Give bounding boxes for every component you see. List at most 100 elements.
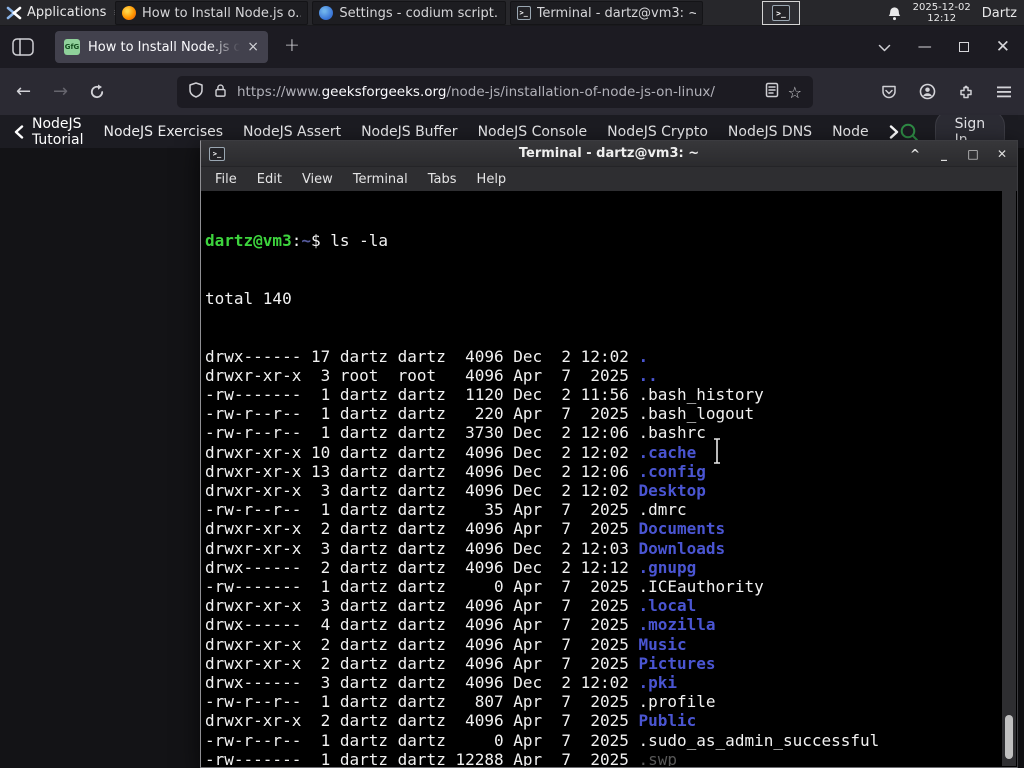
terminal-menu-item[interactable]: File <box>205 172 247 187</box>
terminal-icon: >_ <box>516 6 531 20</box>
listing-filename: .bash_logout <box>638 404 755 424</box>
desktop: Applications ≡ How to Install Node.js o.… <box>0 0 1024 768</box>
listing-filename: .swp <box>638 749 678 766</box>
terminal-menu-item[interactable]: Help <box>467 172 517 187</box>
listing-filename: .mozilla <box>638 615 716 635</box>
site-nav-item-tutorial[interactable]: NodeJS Tutorial <box>32 116 83 148</box>
terminal-output-line: drwx------ 3 dartz dartz 4096 Dec 2 12:0… <box>205 673 1002 692</box>
listing-filename: .profile <box>638 692 716 712</box>
site-nav-item[interactable]: NodeJS DNS <box>728 124 812 140</box>
terminal-output[interactable]: dartz@vm3:~$ ls -la total 140 drwx------… <box>202 191 1002 766</box>
site-nav-item[interactable]: NodeJS Crypto <box>607 124 708 140</box>
listing-details: -rw------- 1 dartz dartz 12288 Apr 7 202… <box>205 749 639 766</box>
listing-filename: .ICEauthority <box>638 577 764 597</box>
lock-icon[interactable] <box>213 83 228 102</box>
terminal-output-line: drwxr-xr-x 10 dartz dartz 4096 Dec 2 12:… <box>205 443 1002 462</box>
scrollbar-thumb[interactable] <box>1005 715 1013 759</box>
clock-date: 2025-12-02 <box>912 2 971 13</box>
terminal-output-line: drwx------ 4 dartz dartz 4096 Apr 7 2025… <box>205 615 1002 634</box>
site-nav-item[interactable]: NodeJS Exercises <box>103 124 223 140</box>
listing-filename: .gnupg <box>638 557 697 577</box>
firefox-icon <box>122 6 136 20</box>
site-nav-item[interactable]: NodeJS Assert <box>243 124 341 140</box>
terminal-output-line: -rw-r--r-- 1 dartz dartz 220 Apr 7 2025 … <box>205 404 1002 423</box>
firefox-view-icon[interactable] <box>12 38 34 60</box>
terminal-prompt-line: dartz@vm3:~$ ls -la <box>205 231 389 251</box>
nav-scroll-right-icon[interactable] <box>889 124 899 139</box>
taskbar-button[interactable]: How to Install Node.js o... <box>115 1 309 25</box>
listing-filename: Pictures <box>638 653 716 673</box>
taskbar-button-label: Settings - codium script... <box>339 5 499 21</box>
terminal-menu-item[interactable]: Terminal <box>343 172 418 187</box>
listing-details: drwx------ 4 dartz dartz 4096 Apr 7 2025 <box>205 615 639 635</box>
tab-title: How to Install Node.js on <box>88 39 244 55</box>
notification-bell-icon[interactable] <box>887 6 902 21</box>
shield-icon[interactable] <box>188 82 204 102</box>
terminal-output-line: drwx------ 2 dartz dartz 4096 Dec 2 12:1… <box>205 558 1002 577</box>
terminal-scrollbar[interactable] <box>1002 191 1016 766</box>
bookmark-star-icon[interactable]: ☆ <box>788 83 802 102</box>
terminal-output-line: drwxr-xr-x 2 dartz dartz 4096 Apr 7 2025… <box>205 654 1002 673</box>
site-nav-item[interactable]: NodeJS Buffer <box>361 124 458 140</box>
listing-filename: .dmrc <box>638 500 687 520</box>
minimize-button[interactable]: _ <box>937 147 951 161</box>
url-text[interactable]: https://www.geeksforgeeks.org/node-js/in… <box>237 84 756 100</box>
terminal-output-line: drwxr-xr-x 2 dartz dartz 4096 Apr 7 2025… <box>205 519 1002 538</box>
listing-details: drwxr-xr-x 3 dartz dartz 4096 Dec 2 12:0… <box>205 538 639 558</box>
url-bar[interactable]: https://www.geeksforgeeks.org/node-js/in… <box>177 76 813 108</box>
top-panel: Applications ≡ How to Install Node.js o.… <box>0 0 1024 26</box>
new-tab-button[interactable]: + <box>284 34 300 56</box>
extensions-puzzle-icon[interactable] <box>958 84 974 100</box>
back-button[interactable]: ← <box>16 68 31 115</box>
clock-time: 12:12 <box>927 13 957 24</box>
site-nav-item[interactable]: Node <box>832 124 869 140</box>
applications-menu-button[interactable]: Applications ≡ <box>0 0 129 25</box>
window-minimize-button[interactable]: — <box>918 39 932 55</box>
taskbar-button[interactable]: >_ Terminal - dartz@vm3: ~ <box>509 1 703 25</box>
taskbar-button[interactable]: Settings - codium script... <box>312 1 506 25</box>
close-button[interactable]: ✕ <box>995 147 1009 161</box>
listing-details: -rw------- 1 dartz dartz 1120 Dec 2 11:5… <box>205 385 639 405</box>
site-nav-item[interactable]: NodeJS Console <box>478 124 588 140</box>
terminal-icon: >_ <box>772 5 790 21</box>
reload-button[interactable] <box>89 68 105 115</box>
terminal-titlebar[interactable]: >_ Terminal - dartz@vm3: ~ ^ _ □ ✕ <box>201 141 1017 166</box>
listing-details: drwxr-xr-x 2 dartz dartz 4096 Apr 7 2025 <box>205 634 639 654</box>
dock-terminal-launcher[interactable]: >_ <box>762 1 800 25</box>
listing-filename: Downloads <box>638 538 726 558</box>
nav-scroll-left-icon[interactable] <box>14 124 24 139</box>
shade-button[interactable]: ^ <box>908 147 922 161</box>
reader-mode-icon[interactable] <box>765 82 779 102</box>
listing-filename: .bashrc <box>638 423 706 443</box>
applications-label: Applications <box>27 5 107 20</box>
terminal-menu-item[interactable]: Tabs <box>418 172 467 187</box>
search-icon[interactable] <box>899 122 919 142</box>
listing-filename: Documents <box>638 519 726 539</box>
maximize-button[interactable]: □ <box>966 147 980 161</box>
terminal-menu-item[interactable]: View <box>292 172 343 187</box>
terminal-output-line: drwxr-xr-x 2 dartz dartz 4096 Apr 7 2025… <box>205 711 1002 730</box>
listing-filename: Music <box>638 634 687 654</box>
listing-filename: . <box>638 346 649 366</box>
listing-details: drwxr-xr-x 3 dartz dartz 4096 Dec 2 12:0… <box>205 481 639 501</box>
terminal-title: Terminal - dartz@vm3: ~ <box>518 146 700 161</box>
hamburger-menu-icon[interactable] <box>996 85 1012 99</box>
tab-close-icon[interactable]: × <box>247 39 259 55</box>
terminal-menu-item[interactable]: Edit <box>247 172 292 187</box>
list-all-tabs-icon[interactable] <box>878 38 891 57</box>
terminal-menubar: File Edit View Terminal Tabs Help <box>201 166 1017 191</box>
listing-details: -rw-r--r-- 1 dartz dartz 220 Apr 7 2025 <box>205 404 639 424</box>
system-tray: 2025-12-02 12:12 Dartz <box>887 0 1024 26</box>
listing-details: -rw-r--r-- 1 dartz dartz 807 Apr 7 2025 <box>205 692 639 712</box>
forward-button[interactable]: → <box>53 68 68 115</box>
terminal-output-line: -rw------- 1 dartz dartz 1120 Dec 2 11:5… <box>205 385 1002 404</box>
window-maximize-button[interactable] <box>958 42 969 52</box>
panel-user-label[interactable]: Dartz <box>982 6 1017 21</box>
browser-tab[interactable]: GfG How to Install Node.js on × <box>55 31 268 63</box>
account-icon[interactable] <box>919 83 936 100</box>
listing-details: drwx------ 3 dartz dartz 4096 Dec 2 12:0… <box>205 673 639 693</box>
window-close-button[interactable]: ✕ <box>996 37 1010 57</box>
taskbar-button-label: How to Install Node.js o... <box>142 5 302 21</box>
panel-clock[interactable]: 2025-12-02 12:12 <box>913 2 971 24</box>
pocket-icon[interactable] <box>881 84 897 100</box>
